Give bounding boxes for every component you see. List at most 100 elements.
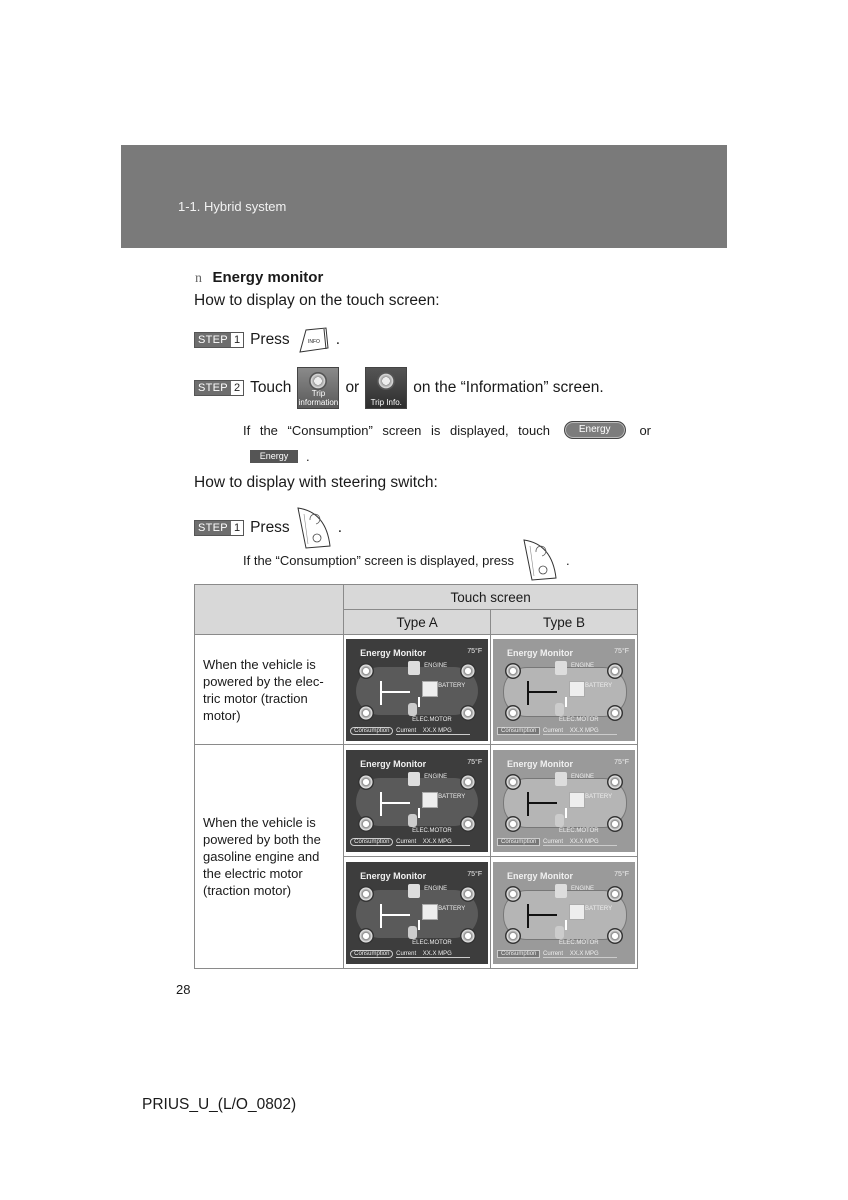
current-mpg-readout: Current XX.X MPG [396,728,471,735]
battery-icon [569,791,586,808]
energy-flow-arrow [380,690,411,693]
step-text: Press [250,331,290,348]
wheel-icon [505,927,522,944]
battery-icon [422,791,439,808]
battery-icon [569,680,586,697]
svg-text:INFO: INFO [308,339,320,345]
current-mpg-readout: Current XX.X MPG [543,951,618,958]
wheel-icon [460,885,477,902]
trip-info-icon: Trip Info. [365,367,408,409]
battery-label: BATTERY [438,682,466,689]
wheel-icon [505,662,522,679]
screen-cell: Energy Monitor 75°F ENGINE BATTERY ELEC.MOTO… [490,856,638,969]
energy-flow-arrow [565,696,568,707]
wheel-icon [460,815,477,832]
battery-label: BATTERY [585,905,613,912]
switch-note: If the “Consumption” screen is displayed… [243,538,570,582]
energy-flow-arrow [380,791,383,816]
current-mpg-readout: Current XX.X MPG [396,951,471,958]
battery-label: BATTERY [585,793,613,800]
motor-label: ELEC.MOTOR [412,716,452,723]
engine-label: ENGINE [424,773,448,780]
energy-pill-button-icon: Energy [563,421,626,439]
wheel-icon [607,927,624,944]
screen-cell: Energy Monitor 75°F ENGINE BATTERY ELEC.MOTO… [343,856,492,969]
wheel-icon [505,885,522,902]
outside-temp: 75°F [467,758,483,766]
trip-information-icon: Trip information [297,367,340,409]
energy-flow-arrow [527,690,558,693]
touch-step-2: STEP 2 Touch Trip information or Trip Inf… [194,367,604,409]
motor-label: ELEC.MOTOR [559,716,599,723]
screen-cell: Energy Monitor 75°F ENGINE BATTERY ELEC.MOTO… [343,634,492,745]
engine-icon [408,771,421,786]
energy-flow-arrow [565,919,568,930]
energy-rect-button-icon: Energy [250,450,298,463]
current-mpg-readout: Current XX.X MPG [396,839,471,846]
table-corner [193,584,345,635]
motor-icon [555,925,565,939]
wheel-icon [460,662,477,679]
consumption-button: Consumption [350,949,394,958]
energy-monitor-screen-type-b: Energy Monitor 75°F ENGINE BATTERY ELEC.MOTO… [493,638,636,741]
motor-icon [408,702,418,716]
energy-monitor-screen-type-b: Energy Monitor 75°F ENGINE BATTERY ELEC.MOTO… [493,749,636,852]
energy-flow-arrow [565,807,568,818]
outside-temp: 75°F [467,870,483,878]
engine-icon [555,883,568,898]
switch-intro: How to display with steering switch: [194,474,438,491]
motor-icon [555,702,565,716]
wheel-icon [358,815,375,832]
heading-row: n Energy monitor [195,269,323,287]
engine-label: ENGINE [571,885,595,892]
energy-flow-arrow [527,801,558,804]
screen-cell: Energy Monitor 75°F ENGINE BATTERY ELEC.MOTO… [490,634,638,745]
engine-label: ENGINE [424,885,448,892]
step-badge: STEP 1 [194,332,245,348]
motor-label: ELEC.MOTOR [559,827,599,834]
info-key-icon: INFO [296,326,330,354]
outside-temp: 75°F [614,870,630,878]
battery-icon [569,903,586,920]
outside-temp: 75°F [614,758,630,766]
consumption-button: Consumption [497,949,541,958]
wheel-icon [460,927,477,944]
bullet-icon: n [195,271,202,286]
motor-icon [408,925,418,939]
wheel-icon [358,927,375,944]
wheel-icon [607,773,624,790]
energy-flow-arrow [380,680,383,705]
engine-label: ENGINE [424,662,448,669]
outside-temp: 75°F [467,647,483,655]
wheel-icon [607,885,624,902]
screen-cell: Energy Monitor 75°F ENGINE BATTERY ELEC.MOTO… [343,744,492,857]
screen-title: Energy Monitor [360,758,427,769]
screen-cell: Energy Monitor 75°F ENGINE BATTERY ELEC.MOTO… [490,744,638,857]
section-header-bar: 1-1. Hybrid system [121,145,727,248]
energy-monitor-screen-type-a: Energy Monitor 75°F ENGINE BATTERY ELEC.MOTO… [346,749,489,852]
energy-flow-arrow [527,903,530,928]
wheel-icon [607,815,624,832]
engine-label: ENGINE [571,773,595,780]
touch-note-cont: Energy . [250,449,310,464]
motor-label: ELEC.MOTOR [412,827,452,834]
energy-flow-arrow [527,791,530,816]
engine-label: ENGINE [571,662,595,669]
wheel-icon [505,773,522,790]
energy-monitor-table: Touch screen Type A Type B When the vehi… [193,584,638,969]
engine-icon [555,771,568,786]
step-badge: STEP 1 [194,520,245,536]
screen-title: Energy Monitor [507,758,574,769]
energy-flow-arrow [418,919,421,930]
engine-icon [555,660,568,675]
energy-monitor-screen-type-a: Energy Monitor 75°F ENGINE BATTERY ELEC.MOTO… [346,638,489,741]
energy-flow-arrow [418,807,421,818]
consumption-button: Consumption [497,726,541,735]
wheel-icon [358,662,375,679]
touch-note: If the “Consumption” screen is displayed… [243,421,651,439]
screen-title: Energy Monitor [360,870,427,881]
wheel-icon [607,704,624,721]
energy-flow-arrow [527,680,530,705]
energy-flow-arrow [418,696,421,707]
header-type-a: Type A [343,609,492,635]
